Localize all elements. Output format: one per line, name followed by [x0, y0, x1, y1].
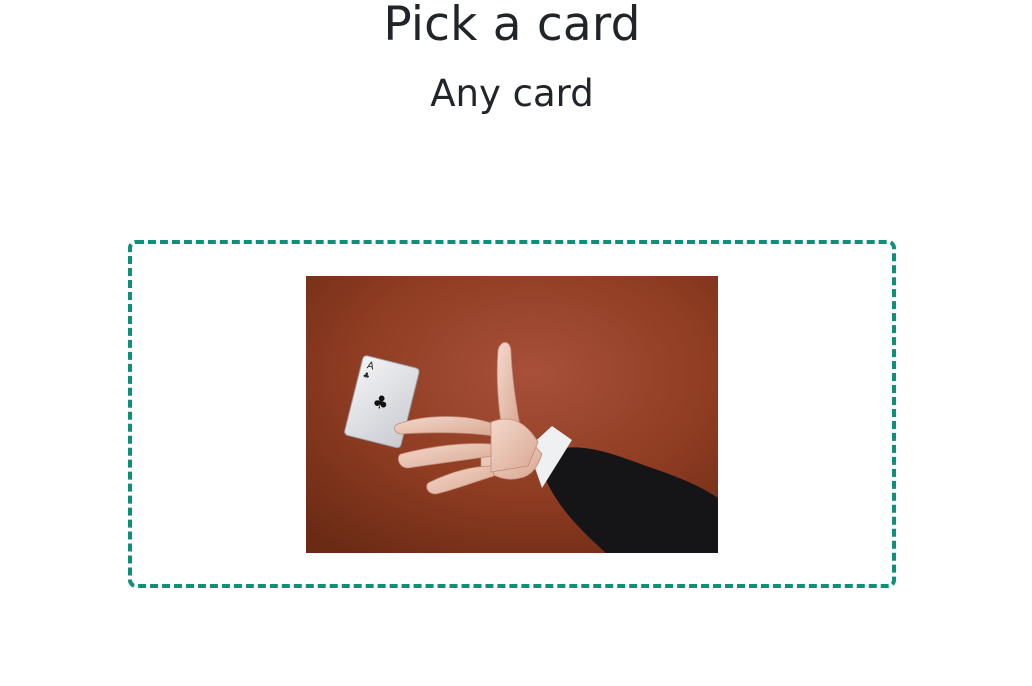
card-trick-image: A ♣ ♣ — [306, 276, 718, 553]
page-title: Pick a card — [383, 0, 641, 52]
page: Pick a card Any card A ♣ ♣ — [0, 0, 1032, 686]
page-subtitle: Any card — [430, 72, 594, 115]
